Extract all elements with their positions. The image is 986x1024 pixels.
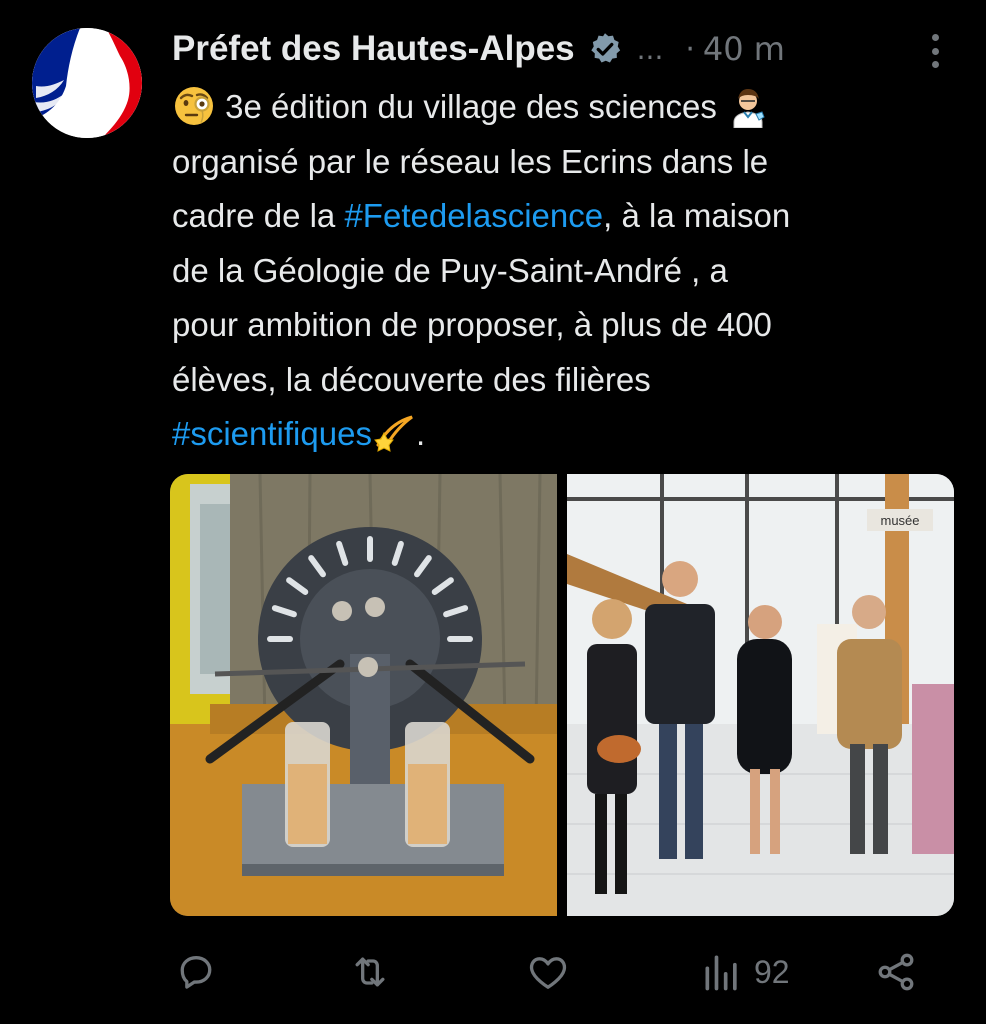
retweet-icon bbox=[355, 957, 385, 987]
media-grid: musée bbox=[170, 474, 954, 916]
text-line-3b: , à la maison bbox=[603, 197, 791, 234]
share-button[interactable] bbox=[874, 944, 918, 1000]
hashtag-fetedelascience-link[interactable]: #Fetedelascience bbox=[344, 197, 603, 234]
share-icon bbox=[878, 953, 914, 991]
tweet-header: Préfet des Hautes-Alpes ... · 40 m bbox=[172, 24, 966, 74]
more-options-icon[interactable] bbox=[932, 34, 940, 68]
heart-icon bbox=[529, 957, 567, 989]
name-truncation: ... bbox=[636, 32, 664, 66]
scientist-emoji-icon bbox=[733, 89, 765, 128]
reply-button[interactable] bbox=[174, 944, 218, 1000]
text-end: . bbox=[415, 415, 426, 452]
wimshurst-machine-photo[interactable] bbox=[170, 474, 557, 916]
monocle-face-emoji-icon bbox=[175, 87, 213, 125]
museum-sign: musée bbox=[880, 513, 919, 528]
views-count: 92 bbox=[754, 953, 790, 990]
text-line-3a: cadre de la bbox=[172, 197, 345, 234]
author-name[interactable]: Préfet des Hautes-Alpes bbox=[172, 29, 575, 69]
action-bar: 92 bbox=[170, 944, 930, 1000]
group-visit-photo[interactable]: musée bbox=[567, 474, 954, 916]
header-separator: · bbox=[685, 31, 695, 67]
text-line-1: 3e édition du village des sciences bbox=[225, 88, 717, 125]
text-line-6: élèves, la découverte des filières bbox=[172, 360, 651, 398]
dizzy-emoji-icon bbox=[374, 415, 413, 452]
views-button[interactable]: 92 bbox=[700, 944, 790, 1000]
text-line-5: pour ambition de proposer, à plus de 400 bbox=[172, 306, 772, 343]
verified-badge-icon bbox=[590, 33, 620, 63]
like-button[interactable] bbox=[526, 944, 570, 1000]
retweet-button[interactable] bbox=[348, 944, 392, 1000]
text-line-2: organisé par le réseau les Ecrins dans l… bbox=[172, 142, 769, 180]
author-avatar[interactable] bbox=[32, 28, 142, 138]
views-chart-icon bbox=[705, 955, 737, 991]
tweet-text: 3e édition du village des sciences organ… bbox=[172, 80, 972, 462]
text-line-4: de la Géologie de Puy-Saint-André , a bbox=[172, 251, 728, 289]
marianne-logo bbox=[32, 28, 142, 138]
hashtag-scientifiques-link[interactable]: #scientifiques bbox=[172, 415, 372, 452]
post-time[interactable]: 40 m bbox=[703, 30, 785, 68]
reply-icon bbox=[180, 956, 212, 989]
